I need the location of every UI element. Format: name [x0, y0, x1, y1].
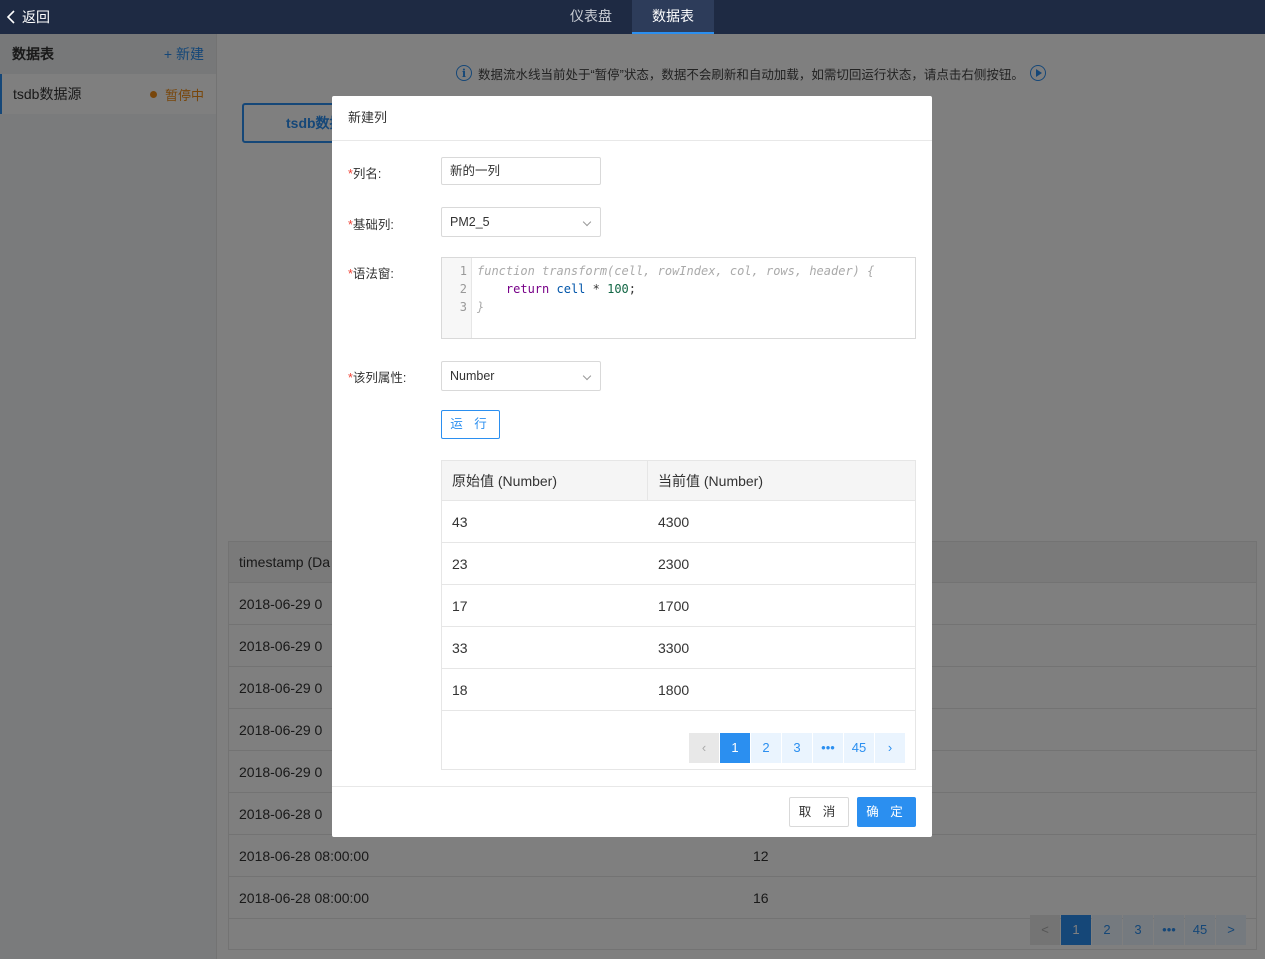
- header-cell: 原始值 (Number): [442, 461, 648, 500]
- cancel-button[interactable]: 取 消: [789, 797, 849, 827]
- column-type-value: Number: [450, 369, 495, 383]
- table-cell: 17: [452, 597, 468, 614]
- column-type-select[interactable]: Number: [441, 361, 601, 391]
- code-line: function transform(cell, rowIndex, col, …: [477, 264, 875, 278]
- modal-footer: 取 消 确 定: [332, 786, 932, 837]
- table-cell: 4300: [658, 513, 690, 530]
- page-ellipsis[interactable]: •••: [813, 733, 843, 763]
- back-label: 返回: [22, 9, 50, 25]
- result-pagination: ‹ 1 2 3 ••• 45 ›: [689, 733, 905, 763]
- code-editor[interactable]: 1 2 3 function transform(cell, rowIndex,…: [441, 257, 916, 339]
- next-page-button[interactable]: ›: [875, 733, 905, 763]
- table-cell: 1800: [658, 681, 690, 698]
- tab-dashboard[interactable]: 仪表盘: [550, 0, 632, 34]
- table-row: 17 1700: [442, 585, 915, 627]
- prev-page-button[interactable]: ‹: [689, 733, 719, 763]
- result-table: 原始值 (Number) 当前值 (Number) 43 4300 23 2300 …: [441, 460, 916, 770]
- table-cell: 43: [452, 513, 468, 530]
- back-button[interactable]: 返回: [6, 0, 50, 34]
- base-column-label: *基础列:: [348, 218, 394, 232]
- result-table-header: 原始值 (Number) 当前值 (Number): [442, 461, 915, 501]
- top-navbar: 返回 仪表盘 数据表: [0, 0, 1265, 34]
- chevron-down-icon: [582, 371, 592, 381]
- new-column-modal: 新建列 *列名: 新的一列 *基础列: PM2_5 *语法窗: 1 2 3 fu…: [332, 96, 932, 837]
- table-cell: 23: [452, 555, 468, 572]
- table-cell: 33: [452, 639, 468, 656]
- modal-title: 新建列: [332, 96, 932, 141]
- page-button[interactable]: 1: [720, 733, 750, 763]
- line-number: 1: [459, 264, 467, 278]
- table-row: 23 2300: [442, 543, 915, 585]
- header-cell: 当前值 (Number): [658, 473, 764, 489]
- tab-datatable[interactable]: 数据表: [632, 0, 714, 34]
- confirm-button[interactable]: 确 定: [857, 797, 916, 827]
- table-cell: 3300: [658, 639, 690, 656]
- line-number: 3: [459, 300, 467, 314]
- page-button[interactable]: 3: [782, 733, 812, 763]
- chevron-down-icon: [582, 217, 592, 227]
- table-cell: 18: [452, 681, 468, 698]
- code-line: return cell * 100;: [505, 282, 637, 296]
- run-button[interactable]: 运 行: [441, 410, 500, 439]
- table-row: 43 4300: [442, 501, 915, 543]
- base-column-value: PM2_5: [450, 215, 490, 229]
- column-type-label: *该列属性:: [348, 371, 407, 385]
- table-row: 33 3300: [442, 627, 915, 669]
- page-button[interactable]: 45: [844, 733, 874, 763]
- syntax-label: *语法窗:: [348, 267, 394, 281]
- code-line: }: [477, 300, 485, 314]
- line-numbers: 1 2 3: [442, 258, 472, 338]
- page-button[interactable]: 2: [751, 733, 781, 763]
- chevron-left-icon: [6, 10, 15, 24]
- table-row: 18 1800: [442, 669, 915, 711]
- base-column-select[interactable]: PM2_5: [441, 207, 601, 237]
- line-number: 2: [459, 282, 467, 296]
- column-name-label: *列名:: [348, 167, 382, 181]
- column-name-input[interactable]: 新的一列: [441, 157, 601, 185]
- table-cell: 2300: [658, 555, 690, 572]
- table-cell: 1700: [658, 597, 690, 614]
- code-content[interactable]: function transform(cell, rowIndex, col, …: [477, 262, 874, 316]
